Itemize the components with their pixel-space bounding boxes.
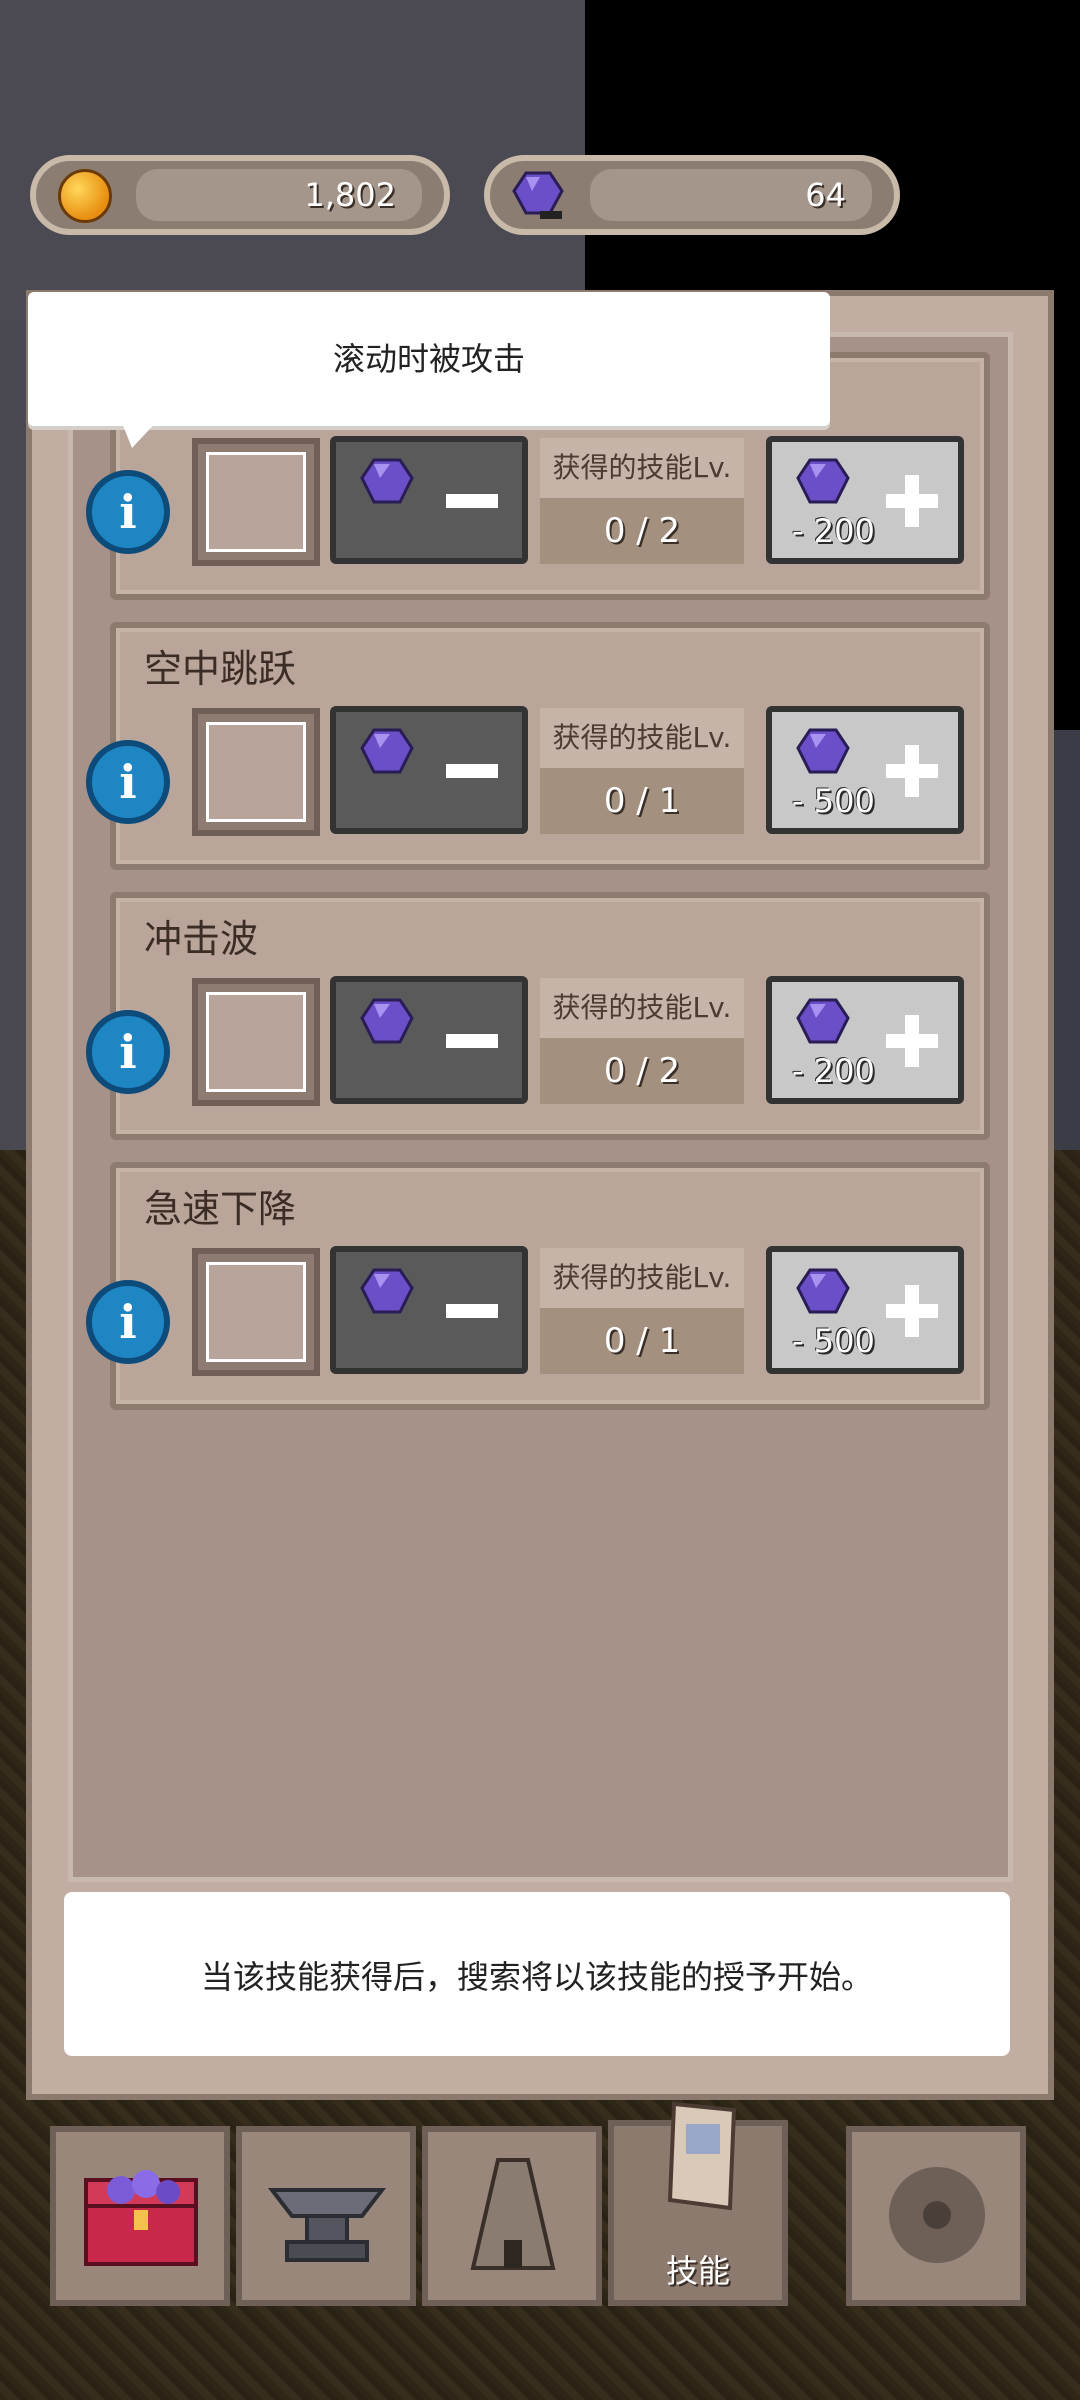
tooltip-text: 滚动时被攻击 bbox=[332, 340, 525, 378]
skill-level-value: 0 / 1 bbox=[540, 768, 744, 834]
skill-level-label: 获得的技能Lv. bbox=[540, 1248, 744, 1308]
roll-skill-icon bbox=[192, 438, 320, 566]
treasure-chest-icon bbox=[84, 2170, 198, 2266]
skill-cost: - 200 bbox=[792, 1052, 875, 1090]
nav-skills[interactable]: 技能 bbox=[608, 2101, 788, 2306]
minus-icon bbox=[446, 764, 498, 778]
decrease-level-button[interactable] bbox=[330, 706, 528, 834]
skill-level-value: 0 / 1 bbox=[540, 1308, 744, 1374]
skill-level-value: 0 / 2 bbox=[540, 498, 744, 564]
tower-icon bbox=[470, 2158, 556, 2270]
gem-counter: 64 bbox=[484, 155, 900, 235]
decrease-level-button[interactable] bbox=[330, 436, 528, 564]
nav-forge[interactable] bbox=[236, 2126, 416, 2306]
skill-tooltip: 滚动时被攻击 bbox=[28, 292, 830, 448]
purple-gem-icon bbox=[796, 998, 850, 1044]
minus-icon bbox=[446, 1034, 498, 1048]
purple-gem-icon bbox=[796, 728, 850, 774]
skill-cost: - 500 bbox=[792, 782, 875, 820]
air-jump-skill-icon bbox=[192, 708, 320, 836]
nav-settings[interactable] bbox=[846, 2126, 1026, 2306]
skill-cost: - 200 bbox=[792, 512, 875, 550]
decrease-level-button[interactable] bbox=[330, 976, 528, 1104]
skill-title: 空中跳跃 bbox=[144, 647, 297, 691]
increase-level-button[interactable]: - 500 bbox=[766, 1246, 964, 1374]
purple-gem-icon bbox=[512, 171, 564, 219]
rapid-descent-skill-icon bbox=[192, 1248, 320, 1376]
purple-gem-icon bbox=[360, 728, 414, 774]
skill-card-air-jump: 空中跳跃 i 获得的技能Lv. 0 / 1 - 500 bbox=[86, 622, 990, 870]
nav-tower[interactable] bbox=[422, 2126, 602, 2306]
description-text: 当该技能获得后，搜索将以该技能的授予开始。 bbox=[200, 1958, 873, 1996]
info-icon[interactable]: i bbox=[86, 1280, 170, 1364]
nav-shop[interactable] bbox=[50, 2126, 230, 2306]
skill-level-label: 获得的技能Lv. bbox=[540, 438, 744, 498]
gear-icon bbox=[889, 2167, 985, 2263]
gem-value: 64 bbox=[805, 176, 846, 214]
gold-value: 1,802 bbox=[304, 176, 396, 214]
skill-level-label: 获得的技能Lv. bbox=[540, 708, 744, 768]
skill-scroll-icon bbox=[667, 2101, 737, 2211]
info-icon[interactable]: i bbox=[86, 470, 170, 554]
purple-gem-icon bbox=[360, 998, 414, 1044]
gold-counter: 1,802 bbox=[30, 155, 450, 235]
skill-title: 急速下降 bbox=[144, 1187, 297, 1231]
purple-gem-icon bbox=[796, 458, 850, 504]
description-box: 当该技能获得后，搜索将以该技能的授予开始。 bbox=[64, 1892, 1010, 2056]
minus-icon bbox=[446, 1304, 498, 1318]
gold-coin-icon bbox=[58, 169, 112, 223]
increase-level-button[interactable]: - 200 bbox=[766, 976, 964, 1104]
anvil-icon bbox=[267, 2188, 387, 2262]
purple-gem-icon bbox=[796, 1268, 850, 1314]
decrease-level-button[interactable] bbox=[330, 1246, 528, 1374]
skill-cost: - 500 bbox=[792, 1322, 875, 1360]
purple-gem-icon bbox=[360, 458, 414, 504]
skill-card-shockwave: 冲击波 i 获得的技能Lv. 0 / 2 - 200 bbox=[86, 892, 990, 1140]
skill-level-label: 获得的技能Lv. bbox=[540, 978, 744, 1038]
increase-level-button[interactable]: - 500 bbox=[766, 706, 964, 834]
bottom-nav: 技能 bbox=[50, 2101, 1032, 2306]
increase-level-button[interactable]: - 200 bbox=[766, 436, 964, 564]
shockwave-skill-icon bbox=[192, 978, 320, 1106]
info-icon[interactable]: i bbox=[86, 1010, 170, 1094]
info-icon[interactable]: i bbox=[86, 740, 170, 824]
skill-title: 冲击波 bbox=[144, 917, 259, 961]
skill-card-rapid-descent: 急速下降 i 获得的技能Lv. 0 / 1 - 500 bbox=[86, 1162, 990, 1410]
purple-gem-icon bbox=[360, 1268, 414, 1314]
nav-skills-label: 技能 bbox=[665, 2252, 730, 2290]
minus-icon bbox=[446, 494, 498, 508]
skill-level-value: 0 / 2 bbox=[540, 1038, 744, 1104]
